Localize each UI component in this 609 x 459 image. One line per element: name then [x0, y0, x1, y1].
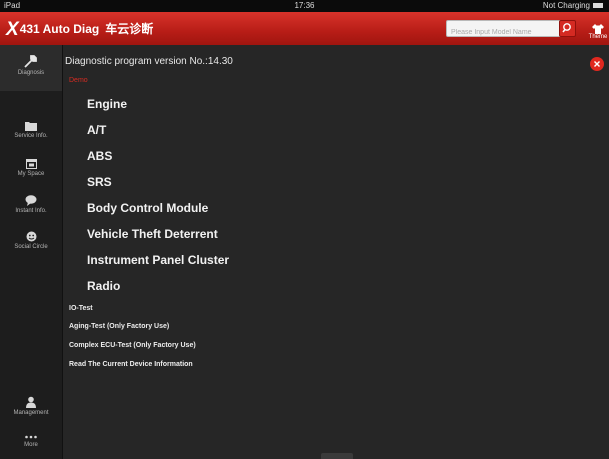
system-item-engine[interactable]: Engine — [87, 97, 127, 111]
system-item-body-control-module[interactable]: Body Control Module — [87, 201, 208, 215]
system-item-abs[interactable]: ABS — [87, 149, 112, 163]
search-button[interactable] — [559, 20, 576, 37]
app-header: X431 Auto Diag 车云诊断 Theme — [0, 12, 609, 46]
system-item-instrument-panel-cluster[interactable]: Instrument Panel Cluster — [87, 253, 229, 267]
sidebar-item-label: Diagnosis — [17, 70, 45, 76]
charging-label: Not Charging — [542, 1, 590, 10]
sidebar-item-social-circle[interactable]: Social Circle — [0, 231, 62, 250]
sidebar-item-label: Instant Info. — [15, 208, 47, 214]
search-box — [446, 20, 574, 40]
sidebar-item-label: Management — [13, 410, 49, 416]
globe-icon — [26, 231, 36, 242]
person-icon — [26, 396, 36, 408]
sidebar-item-management[interactable]: Management — [0, 396, 62, 416]
logo-text: 431 Auto Diag — [19, 22, 100, 36]
app-logo: X431 Auto Diag 车云诊断 — [6, 19, 153, 41]
sidebar-item-label: More — [24, 442, 38, 448]
theme-label: Theme — [588, 34, 608, 40]
battery-icon — [593, 3, 603, 9]
model-search-input[interactable] — [447, 24, 563, 40]
sidebar-item-label: Service Info. — [14, 133, 48, 139]
calendar-icon — [25, 159, 37, 169]
close-button[interactable] — [590, 57, 604, 71]
status-bar: iPad 17:36 Not Charging — [0, 0, 609, 12]
test-item-aging[interactable]: Aging-Test (Only Factory Use) — [69, 323, 169, 330]
shirt-icon — [592, 24, 604, 34]
system-item-srs[interactable]: SRS — [87, 175, 112, 189]
test-item-io[interactable]: IO-Test — [69, 305, 93, 312]
sidebar-item-more[interactable]: More — [0, 434, 62, 448]
chat-bubble-icon — [25, 195, 37, 206]
sidebar-item-instant-info[interactable]: Instant Info. — [0, 195, 62, 214]
main-content: Diagnostic program version No.:14.30 Dem… — [63, 45, 609, 459]
search-icon — [562, 23, 571, 33]
wrench-icon — [24, 55, 37, 68]
system-item-vehicle-theft-deterrent[interactable]: Vehicle Theft Deterrent — [87, 227, 218, 241]
test-item-complex-ecu[interactable]: Complex ECU-Test (Only Factory Use) — [69, 342, 196, 349]
bottom-handle[interactable] — [321, 453, 353, 459]
sidebar-item-my-space[interactable]: My Space — [0, 158, 62, 177]
sidebar-item-label: My Space — [17, 171, 45, 177]
logo-x: X — [6, 19, 19, 40]
sidebar-item-label: Social Circle — [14, 244, 48, 250]
clock: 17:36 — [294, 1, 315, 10]
sidebar-item-diagnosis[interactable]: Diagnosis — [0, 45, 62, 91]
system-item-at[interactable]: A/T — [87, 123, 106, 137]
sidebar: Diagnosis Service Info. My Space Instant… — [0, 45, 63, 459]
theme-button[interactable]: Theme — [587, 24, 609, 40]
test-item-device-information[interactable]: Read The Current Device Information — [69, 361, 193, 368]
ellipsis-icon — [25, 435, 37, 439]
folder-icon — [25, 122, 37, 131]
close-icon — [594, 61, 600, 67]
sidebar-item-service-info[interactable]: Service Info. — [0, 121, 62, 139]
system-item-radio[interactable]: Radio — [87, 279, 120, 293]
charging-status: Not Charging — [543, 1, 603, 10]
logo-chinese: 车云诊断 — [105, 22, 154, 36]
program-version: Diagnostic program version No.:14.30 — [65, 56, 233, 67]
demo-label: Demo — [69, 77, 88, 84]
